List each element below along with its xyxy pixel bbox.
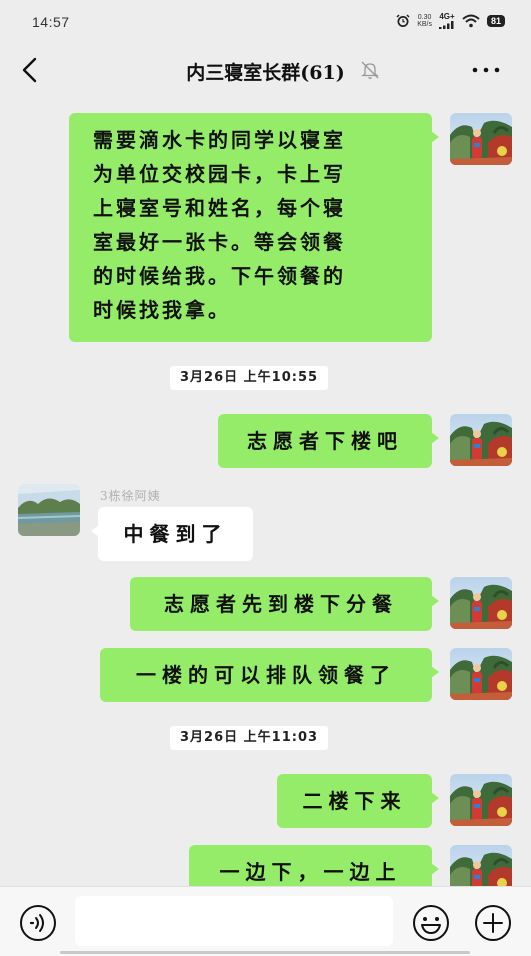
my-avatar[interactable] <box>450 648 512 700</box>
wifi-icon <box>462 14 480 27</box>
chat-header: 内三寝室长群(61) <box>0 44 531 96</box>
sender-avatar[interactable] <box>18 484 80 536</box>
message-bubble[interactable]: 二楼下来 <box>277 774 439 828</box>
my-avatar[interactable] <box>450 774 512 826</box>
message-bubble[interactable]: 志愿者下楼吧 <box>218 414 439 468</box>
alarm-icon <box>396 13 410 27</box>
my-avatar[interactable] <box>450 577 512 629</box>
mute-icon <box>361 61 379 79</box>
voice-icon[interactable] <box>17 903 59 943</box>
battery-icon: 81 <box>486 14 505 27</box>
status-bar: 14:57 0.30 KB/s 4G+ 81 <box>0 0 531 44</box>
my-avatar[interactable] <box>450 414 512 466</box>
message-text: 需要滴水卡的同学以寝室 为单位交校园卡，卡上写 上寝室号和姓名，每个寝 室最好一… <box>93 128 346 322</box>
signal-icon: 4G+ <box>438 12 455 29</box>
message-timestamp: 3月26日 上午10:55 <box>170 366 329 390</box>
sender-name: 3栋徐阿姨 <box>100 489 161 503</box>
message-bubble[interactable]: 志愿者先到楼下分餐 <box>130 577 439 631</box>
emoji-icon[interactable] <box>410 903 452 943</box>
more-icon[interactable] <box>469 58 503 82</box>
my-avatar[interactable] <box>450 113 512 165</box>
chat-title: 内三寝室长群(61) <box>186 62 345 84</box>
net-speed: 0.30 KB/s <box>417 13 432 28</box>
message-input[interactable] <box>75 896 393 946</box>
status-time: 14:57 <box>32 14 70 30</box>
home-indicator <box>60 951 470 954</box>
message-bubble[interactable]: 一楼的可以排队领餐了 <box>100 648 439 702</box>
message-bubble-notice[interactable]: 需要滴水卡的同学以寝室 为单位交校园卡，卡上写 上寝室号和姓名，每个寝 室最好一… <box>69 113 439 342</box>
input-bar <box>0 886 531 956</box>
status-icons: 0.30 KB/s 4G+ 81 <box>396 12 505 29</box>
plus-icon[interactable] <box>472 903 514 943</box>
message-bubble[interactable]: 中餐到了 <box>91 507 253 561</box>
message-timestamp: 3月26日 上午11:03 <box>170 726 329 750</box>
